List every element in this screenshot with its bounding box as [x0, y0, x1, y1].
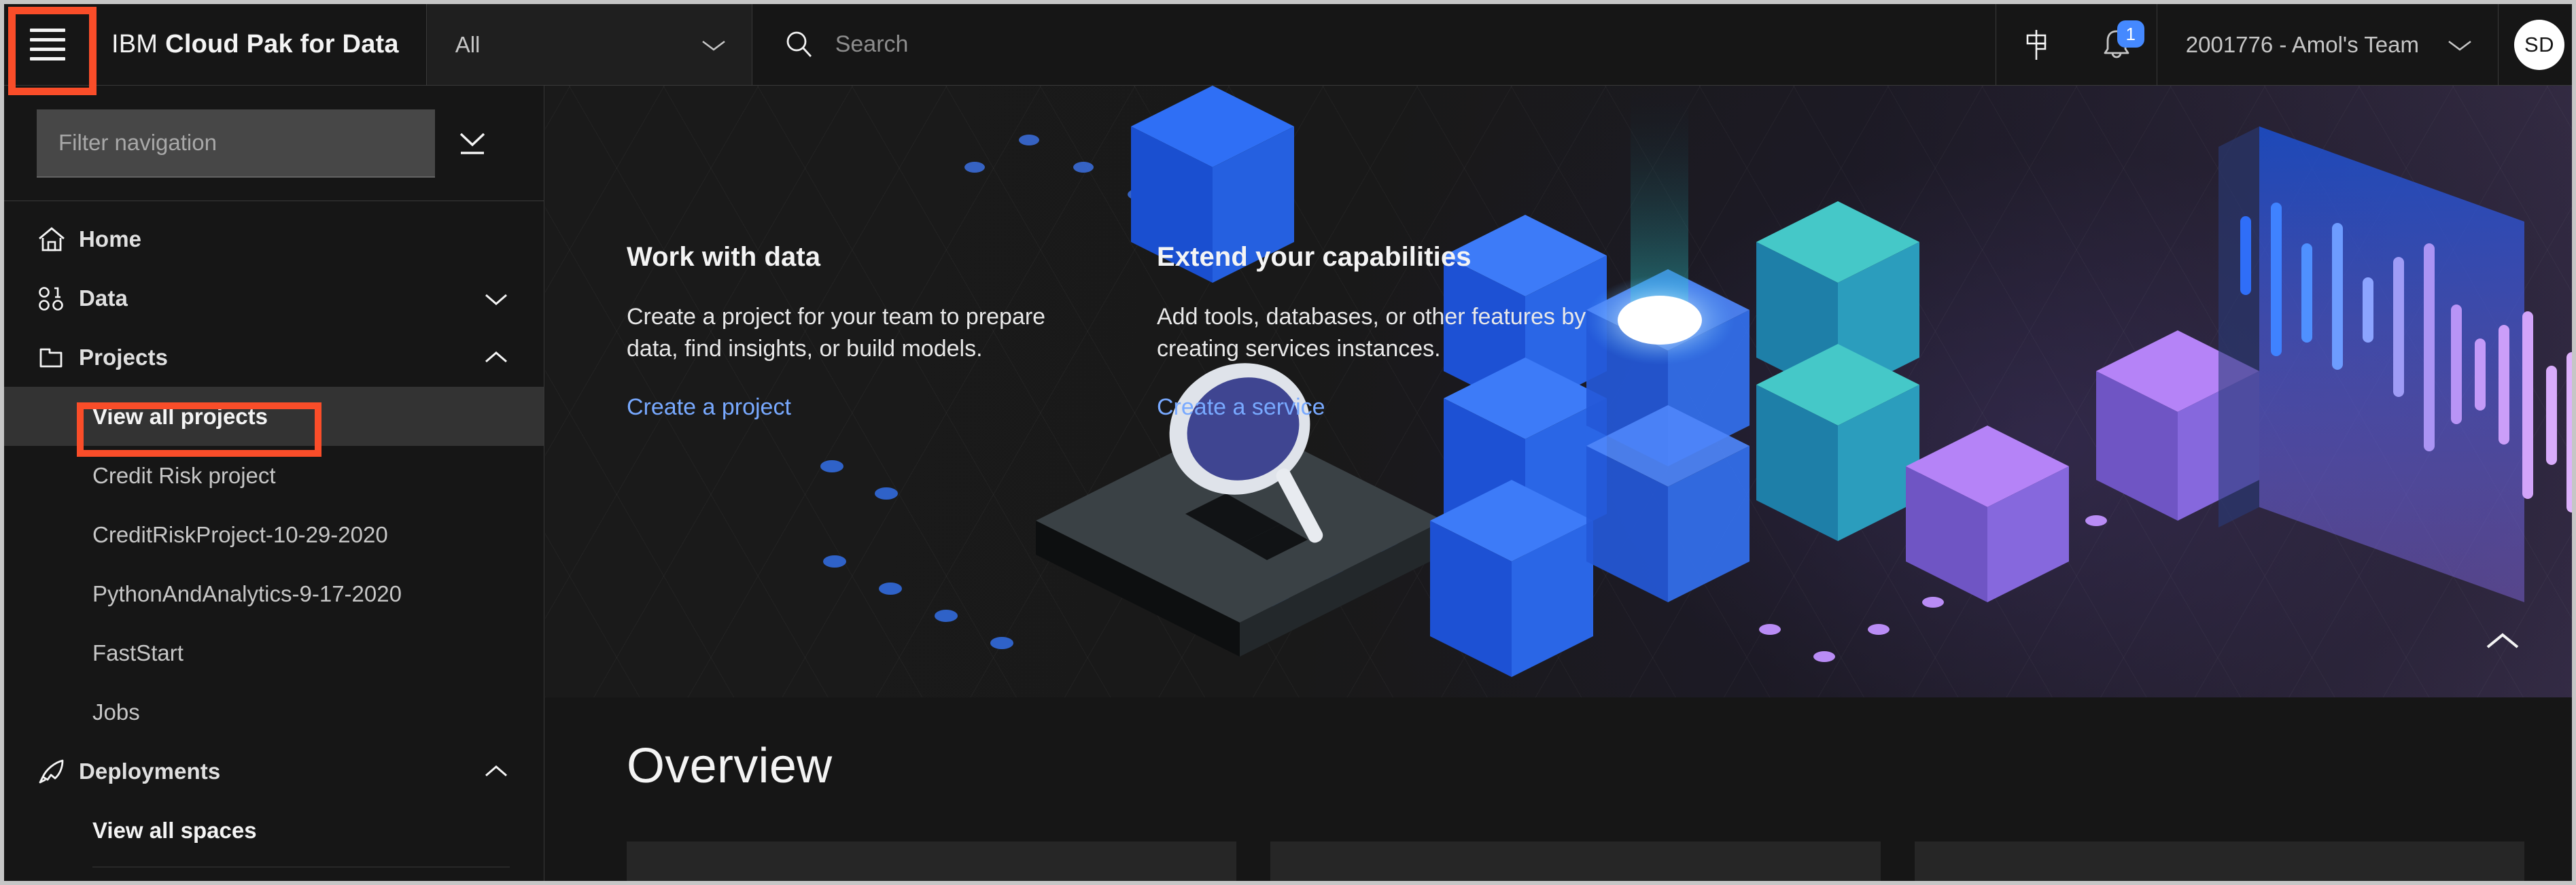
sidebar-subitem-label: FastStart [92, 640, 184, 665]
notifications-button[interactable]: 1 [2076, 4, 2157, 85]
sidebar-subitem-label: View all projects [92, 403, 268, 429]
search-icon [786, 31, 812, 57]
global-search[interactable]: Search [752, 4, 1996, 85]
search-scope-value: All [455, 31, 481, 57]
home-icon [37, 225, 79, 254]
sidebar-item-view-all-projects[interactable]: View all projects [4, 387, 544, 446]
avatar[interactable]: SD [2514, 19, 2564, 70]
collapse-all-button[interactable] [435, 128, 510, 158]
sidebar-item-data[interactable]: Data [4, 268, 544, 328]
chevron-up-icon[interactable] [480, 763, 510, 780]
sidebar-item-sda-1-22-2021[interactable]: sda-1-22-2021 [4, 874, 544, 881]
hamburger-menu-button[interactable] [4, 4, 91, 85]
hero-card-body: Add tools, databases, or other features … [1157, 304, 1586, 362]
chevron-up-icon [2486, 633, 2519, 648]
hero-collapse-button[interactable] [2481, 624, 2524, 658]
account-label: 2001776 - Amol's Team [2185, 31, 2419, 57]
create-a-service-link[interactable]: Create a service [1157, 394, 1325, 420]
sidebar-item-home[interactable]: Home [4, 209, 544, 268]
sidebar-item-deployments[interactable]: Deployments [4, 742, 544, 801]
account-switcher[interactable]: 2001776 - Amol's Team [2156, 4, 2499, 85]
navigation-sidebar: Home Data [4, 86, 544, 881]
hero-banner: Work with data Create a project for your… [545, 86, 2572, 697]
header-actions: 1 2001776 - Amol's Team SD [1996, 4, 2572, 85]
shortcuts-button[interactable] [1996, 4, 2076, 85]
brand-title[interactable]: IBM Cloud Pak for Data [91, 4, 426, 85]
overview-card[interactable] [1270, 841, 1881, 881]
chevron-down-icon [701, 40, 725, 51]
overview-card[interactable] [1914, 841, 2524, 881]
create-a-project-link[interactable]: Create a project [627, 394, 791, 420]
sidebar-item-label: Data [79, 285, 128, 311]
brand-product: Cloud Pak for Data [165, 30, 399, 58]
overview-card[interactable] [627, 841, 1237, 881]
isometric-illustration [820, 86, 2572, 677]
sidebar-item-view-all-spaces[interactable]: View all spaces [4, 801, 544, 860]
chevron-up-icon[interactable] [480, 349, 510, 366]
avatar-container: SD [2499, 4, 2572, 85]
hamburger-menu-icon [30, 29, 65, 60]
brand-ibm: IBM [111, 30, 158, 58]
sidebar-subitem-label: CreditRiskProject-10-29-2020 [92, 521, 388, 547]
sidebar-item-faststart[interactable]: FastStart [4, 623, 544, 682]
folder-icon [37, 343, 79, 372]
search-scope-dropdown[interactable]: All [425, 4, 752, 85]
chevron-down-icon [2448, 40, 2471, 51]
sidebar-subitem-label: View all spaces [92, 817, 257, 843]
sidebar-item-creditriskproject-10-29-2020[interactable]: CreditRiskProject-10-29-2020 [4, 505, 544, 564]
collapse-all-icon [459, 133, 485, 154]
flag-icon [2026, 29, 2047, 60]
sidebar-item-pythonandanalytics-9-17-2020[interactable]: PythonAndAnalytics-9-17-2020 [4, 564, 544, 623]
app-window: IBM Cloud Pak for Data All Search 1 2001… [0, 0, 2576, 885]
rocket-icon [37, 757, 79, 786]
sidebar-item-projects[interactable]: Projects [4, 328, 544, 387]
sidebar-subitem-label: PythonAndAnalytics-9-17-2020 [92, 580, 402, 606]
overview-card-grid [627, 841, 2524, 881]
hero-card-body: Create a project for your team to prepar… [627, 304, 1046, 362]
overview-section: Overview [545, 697, 2572, 881]
hero-card-work-with-data: Work with data Create a project for your… [627, 242, 1062, 421]
hero-card-title: Work with data [627, 242, 821, 272]
chevron-down-icon[interactable] [480, 290, 510, 307]
sidebar-subitem-label: Credit Risk project [92, 462, 276, 488]
sidebar-item-label: Projects [79, 344, 169, 370]
sidebar-item-jobs[interactable]: Jobs [4, 682, 544, 742]
sidebar-item-label: Home [79, 226, 142, 251]
filter-navigation-input[interactable] [37, 109, 435, 177]
hero-card-extend-capabilities: Extend your capabilities Add tools, data… [1157, 242, 1592, 421]
notification-badge: 1 [2117, 20, 2144, 48]
filter-navigation-row [4, 86, 544, 201]
hero-card-title: Extend your capabilities [1157, 242, 1472, 272]
sidebar-subitem-label: Jobs [92, 699, 140, 725]
page-title: Overview [627, 739, 833, 793]
sidebar-item-label: Deployments [79, 758, 221, 784]
global-header: IBM Cloud Pak for Data All Search 1 2001… [4, 4, 2572, 86]
sidebar-item-credit-risk-project[interactable]: Credit Risk project [4, 446, 544, 505]
search-input-placeholder: Search [835, 31, 909, 57]
data-binary-icon [37, 284, 79, 313]
nav-list: Home Data Projects View all projects Cre… [4, 201, 544, 881]
